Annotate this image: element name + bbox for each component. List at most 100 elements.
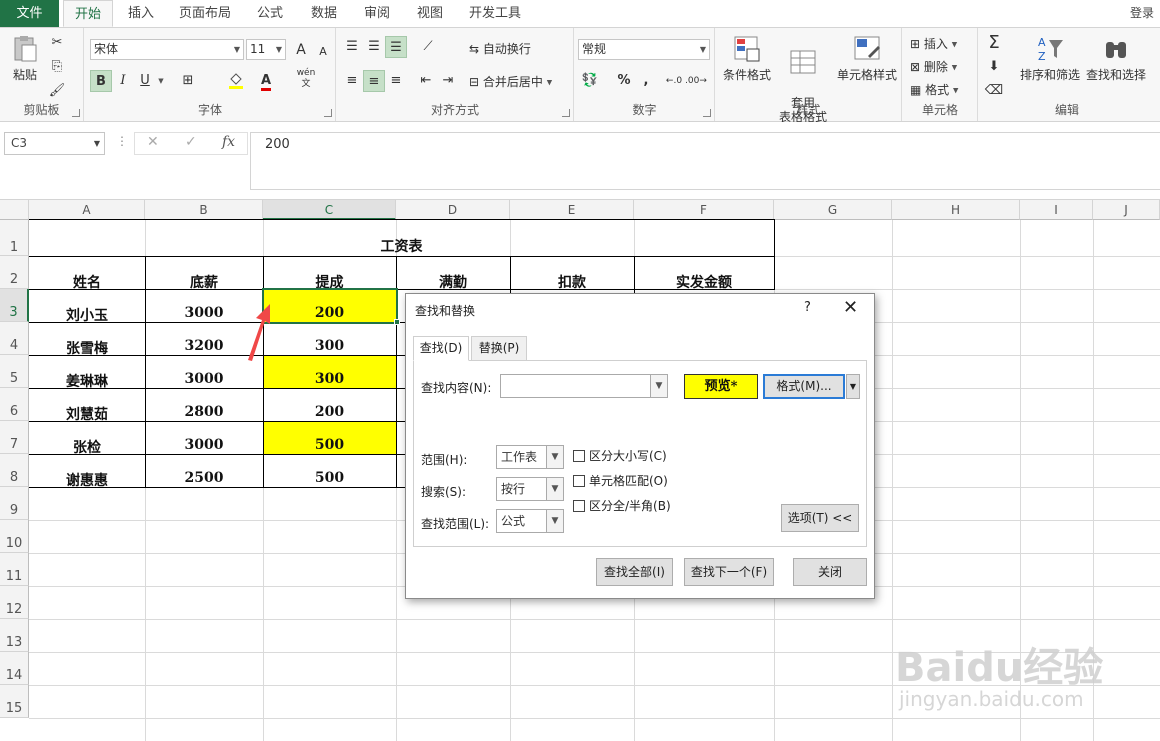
wrap-text-button[interactable]: ⇆ 自动换行	[469, 40, 531, 57]
row-header-6[interactable]: 6	[0, 388, 29, 421]
row-header-14[interactable]: 14	[0, 652, 29, 685]
column-header-h[interactable]: H	[892, 200, 1020, 220]
cell-b8[interactable]: 2500	[145, 470, 263, 486]
close-button[interactable]: 关闭	[793, 558, 867, 586]
column-header-c[interactable]: C	[263, 200, 396, 220]
look-in-dropdown-icon[interactable]: ▼	[546, 510, 563, 532]
sheet-title[interactable]: 工资表	[29, 238, 774, 256]
look-in-select[interactable]: 公式 ▼	[496, 509, 564, 533]
conditional-format-button[interactable]: 条件格式	[718, 34, 776, 82]
confirm-icon[interactable]: ✓	[185, 134, 197, 150]
row-header-7[interactable]: 7	[0, 421, 29, 454]
tab-data[interactable]: 数据	[300, 0, 348, 27]
find-all-button[interactable]: 查找全部(I)	[596, 558, 673, 586]
format-cells-button[interactable]: ▦ 格式 ▼	[910, 81, 958, 98]
percent-button[interactable]: %	[613, 70, 635, 92]
row-header-5[interactable]: 5	[0, 355, 29, 388]
orientation-icon[interactable]: ⟋	[417, 36, 439, 58]
phonetic-icon[interactable]: wén 文	[295, 68, 317, 90]
cell-c5[interactable]: 300	[263, 371, 396, 387]
column-header-b[interactable]: B	[145, 200, 263, 220]
row-header-9[interactable]: 9	[0, 487, 29, 520]
tab-home[interactable]: 开始	[63, 0, 113, 27]
column-header-d[interactable]: D	[396, 200, 510, 220]
number-format-select[interactable]: 常规 ▼	[578, 39, 710, 60]
border-icon[interactable]: ⊞	[177, 70, 199, 92]
comma-button[interactable]: ,	[635, 70, 657, 92]
delete-cells-button[interactable]: ⊠ 删除 ▼	[910, 58, 957, 75]
insert-function-icon[interactable]: fx	[222, 134, 235, 150]
name-box[interactable]: C3 ▼	[4, 132, 105, 155]
cell-c6[interactable]: 200	[263, 404, 396, 420]
cell-b7[interactable]: 3000	[145, 437, 263, 453]
column-header-j[interactable]: J	[1093, 200, 1160, 220]
cell-c7[interactable]: 500	[263, 437, 396, 453]
search-dropdown-icon[interactable]: ▼	[546, 478, 563, 500]
row-header-13[interactable]: 13	[0, 619, 29, 652]
row-header-11[interactable]: 11	[0, 553, 29, 586]
column-header-e[interactable]: E	[510, 200, 634, 220]
fill-handle[interactable]	[394, 319, 400, 325]
cancel-icon[interactable]: ✕	[147, 134, 159, 150]
tab-view[interactable]: 视图	[406, 0, 454, 27]
tab-replace[interactable]: 替换(P)	[471, 336, 527, 361]
align-middle-icon[interactable]: ☰	[363, 36, 385, 58]
align-right-icon[interactable]: ≡	[385, 70, 407, 92]
find-what-dropdown-icon[interactable]: ▼	[650, 375, 667, 397]
increase-decimal-icon[interactable]: ←.0	[663, 70, 685, 92]
number-launcher-icon[interactable]	[703, 109, 711, 117]
scope-select[interactable]: 工作表 ▼	[496, 445, 564, 469]
format-painter-icon[interactable]: 🖌	[46, 80, 68, 102]
column-header-a[interactable]: A	[29, 200, 145, 220]
currency-icon[interactable]: 💱	[579, 70, 601, 92]
tab-formulas[interactable]: 公式	[246, 0, 294, 27]
search-order-select[interactable]: 按行 ▼	[496, 477, 564, 501]
row-header-3[interactable]: 3	[0, 289, 29, 322]
options-button[interactable]: 选项(T) <<	[781, 504, 859, 532]
increase-font-icon[interactable]: A	[290, 39, 312, 61]
close-icon[interactable]: ✕	[843, 297, 858, 318]
cell-c4[interactable]: 300	[263, 338, 396, 354]
fill-color-icon[interactable]	[225, 70, 247, 92]
format-button[interactable]: 格式(M)...	[763, 374, 845, 399]
italic-button[interactable]: I	[112, 70, 134, 92]
format-dropdown-icon[interactable]: ▼	[846, 374, 860, 399]
find-what-input[interactable]: ▼	[500, 374, 668, 398]
merge-center-button[interactable]: ⊟ 合并后居中 ▼	[469, 73, 552, 90]
cell-c8[interactable]: 500	[263, 470, 396, 486]
find-next-button[interactable]: 查找下一个(F)	[684, 558, 774, 586]
cell-b6[interactable]: 2800	[145, 404, 263, 420]
row-header-12[interactable]: 12	[0, 586, 29, 619]
tab-file[interactable]: 文件	[0, 0, 59, 27]
align-bottom-icon[interactable]: ☰	[385, 36, 407, 58]
align-top-icon[interactable]: ☰	[341, 36, 363, 58]
sort-filter-button[interactable]: A Z 排序和筛选	[1017, 34, 1083, 82]
alignment-launcher-icon[interactable]	[562, 109, 570, 117]
align-left-icon[interactable]: ≡	[341, 70, 363, 92]
scope-dropdown-icon[interactable]: ▼	[546, 446, 563, 468]
autosum-icon[interactable]: Σ	[983, 32, 1005, 54]
font-launcher-icon[interactable]	[324, 109, 332, 117]
row-header-2[interactable]: 2	[0, 256, 29, 289]
font-size-select[interactable]: 11 ▼	[246, 39, 286, 60]
bold-button[interactable]: B	[90, 70, 112, 92]
select-all-corner[interactable]	[0, 200, 29, 220]
row-header-8[interactable]: 8	[0, 454, 29, 487]
decrease-decimal-icon[interactable]: .00→	[685, 70, 707, 92]
cut-icon[interactable]: ✂	[46, 32, 68, 54]
find-select-button[interactable]: 查找和选择	[1083, 34, 1149, 82]
clipboard-launcher-icon[interactable]	[72, 109, 80, 117]
align-center-icon[interactable]: ≡	[363, 70, 385, 92]
clear-icon[interactable]: ⌫	[983, 80, 1005, 102]
font-color-icon[interactable]: A	[255, 70, 277, 92]
match-case-checkbox[interactable]: 区分大小写(C)	[573, 447, 667, 464]
login-link[interactable]: 登录	[1130, 0, 1154, 27]
tab-insert[interactable]: 插入	[117, 0, 165, 27]
cell-b5[interactable]: 3000	[145, 371, 263, 387]
column-header-f[interactable]: F	[634, 200, 774, 220]
match-entire-cell-checkbox[interactable]: 单元格匹配(O)	[573, 472, 668, 489]
tab-page-layout[interactable]: 页面布局	[170, 0, 240, 27]
match-width-checkbox[interactable]: 区分全/半角(B)	[573, 497, 671, 514]
formula-input[interactable]: 200	[250, 132, 1160, 190]
copy-icon[interactable]: ⎘	[46, 56, 68, 78]
